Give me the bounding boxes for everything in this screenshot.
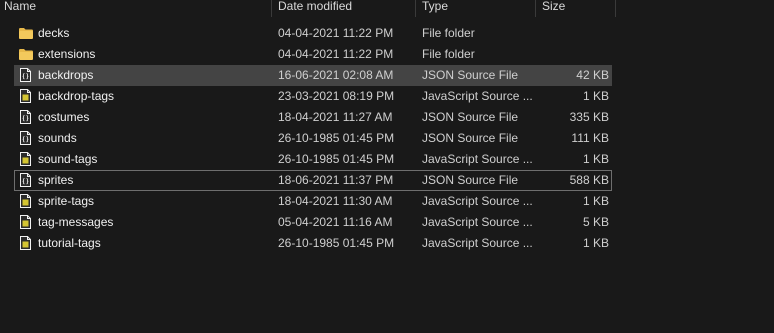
file-type: JavaScript Source ... <box>422 236 532 250</box>
file-date-modified: 18-06-2021 11:37 PM <box>278 173 394 187</box>
file-date-modified: 16-06-2021 02:08 AM <box>278 68 394 82</box>
file-size: 5 KB <box>582 215 609 229</box>
file-date-modified: 04-04-2021 11:22 PM <box>278 47 394 61</box>
folder-icon <box>19 46 33 63</box>
file-size: 1 KB <box>582 194 609 208</box>
file-type: JSON Source File <box>422 131 519 145</box>
js-file-icon <box>19 151 33 168</box>
js-file-icon <box>19 214 33 231</box>
json-file-icon <box>19 67 33 84</box>
file-size <box>536 45 609 64</box>
file-type: JavaScript Source ... <box>422 152 532 166</box>
file-name: decks <box>38 26 70 40</box>
file-size: 42 KB <box>576 68 609 82</box>
column-header-date-modified[interactable]: Date modified <box>272 0 416 17</box>
file-type: JavaScript Source ... <box>422 215 532 229</box>
file-size: 1 KB <box>582 89 609 103</box>
folder-icon <box>19 25 33 42</box>
json-file-icon <box>19 130 33 147</box>
js-file-icon <box>19 235 33 252</box>
file-type: File folder <box>422 47 475 61</box>
file-row[interactable]: decks 04-04-2021 11:22 PM File folder <box>14 23 612 44</box>
file-size: 1 KB <box>582 236 609 250</box>
file-size: 1 KB <box>582 152 609 166</box>
file-type: JSON Source File <box>422 68 519 82</box>
file-size <box>536 24 609 43</box>
file-date-modified: 18-04-2021 11:27 AM <box>278 110 393 124</box>
file-date-modified: 04-04-2021 11:22 PM <box>278 26 394 40</box>
file-name: sprites <box>38 173 74 187</box>
file-type: JSON Source File <box>422 173 519 187</box>
file-size: 111 KB <box>571 131 609 145</box>
file-name: extensions <box>38 47 96 61</box>
file-row[interactable]: tutorial-tags 26-10-1985 01:45 PM JavaSc… <box>14 233 612 254</box>
file-size: 335 KB <box>569 110 609 124</box>
file-name: sound-tags <box>38 152 98 166</box>
file-type: JavaScript Source ... <box>422 194 532 208</box>
column-header-size[interactable]: Size <box>536 0 616 17</box>
file-date-modified: 23-03-2021 08:19 PM <box>278 89 395 103</box>
file-name: tag-messages <box>38 215 114 229</box>
file-name: tutorial-tags <box>38 236 101 250</box>
file-name: costumes <box>38 110 90 124</box>
file-row[interactable]: sound-tags 26-10-1985 01:45 PM JavaScrip… <box>14 149 612 170</box>
file-date-modified: 05-04-2021 11:16 AM <box>278 215 393 229</box>
file-size: 588 KB <box>569 173 609 187</box>
file-row[interactable]: sounds 26-10-1985 01:45 PM JSON Source F… <box>14 128 612 149</box>
column-header-type[interactable]: Type <box>416 0 536 17</box>
file-row[interactable]: costumes 18-04-2021 11:27 AM JSON Source… <box>14 107 612 128</box>
file-type: File folder <box>422 26 475 40</box>
file-date-modified: 18-04-2021 11:30 AM <box>278 194 393 208</box>
file-row[interactable]: sprite-tags 18-04-2021 11:30 AM JavaScri… <box>14 191 612 212</box>
file-name: backdrops <box>38 68 94 82</box>
json-file-icon <box>19 109 33 126</box>
json-file-icon <box>19 172 33 189</box>
file-name: backdrop-tags <box>38 89 115 103</box>
file-row[interactable]: extensions 04-04-2021 11:22 PM File fold… <box>14 44 612 65</box>
file-row[interactable]: tag-messages 05-04-2021 11:16 AM JavaScr… <box>14 212 612 233</box>
column-header-name[interactable]: Name <box>0 0 272 17</box>
file-row-selected[interactable]: backdrops 16-06-2021 02:08 AM JSON Sourc… <box>14 65 612 86</box>
js-file-icon <box>19 193 33 210</box>
file-row-focused[interactable]: sprites 18-06-2021 11:37 PM JSON Source … <box>14 170 612 191</box>
js-file-icon <box>19 88 33 105</box>
file-row[interactable]: backdrop-tags 23-03-2021 08:19 PM JavaSc… <box>14 86 612 107</box>
file-type: JSON Source File <box>422 110 519 124</box>
column-header-bar: Name Date modified Type Size <box>0 0 774 17</box>
file-date-modified: 26-10-1985 01:45 PM <box>278 131 395 145</box>
file-date-modified: 26-10-1985 01:45 PM <box>278 236 395 250</box>
file-type: JavaScript Source ... <box>422 89 532 103</box>
file-date-modified: 26-10-1985 01:45 PM <box>278 152 395 166</box>
file-name: sounds <box>38 131 77 145</box>
file-name: sprite-tags <box>38 194 95 208</box>
